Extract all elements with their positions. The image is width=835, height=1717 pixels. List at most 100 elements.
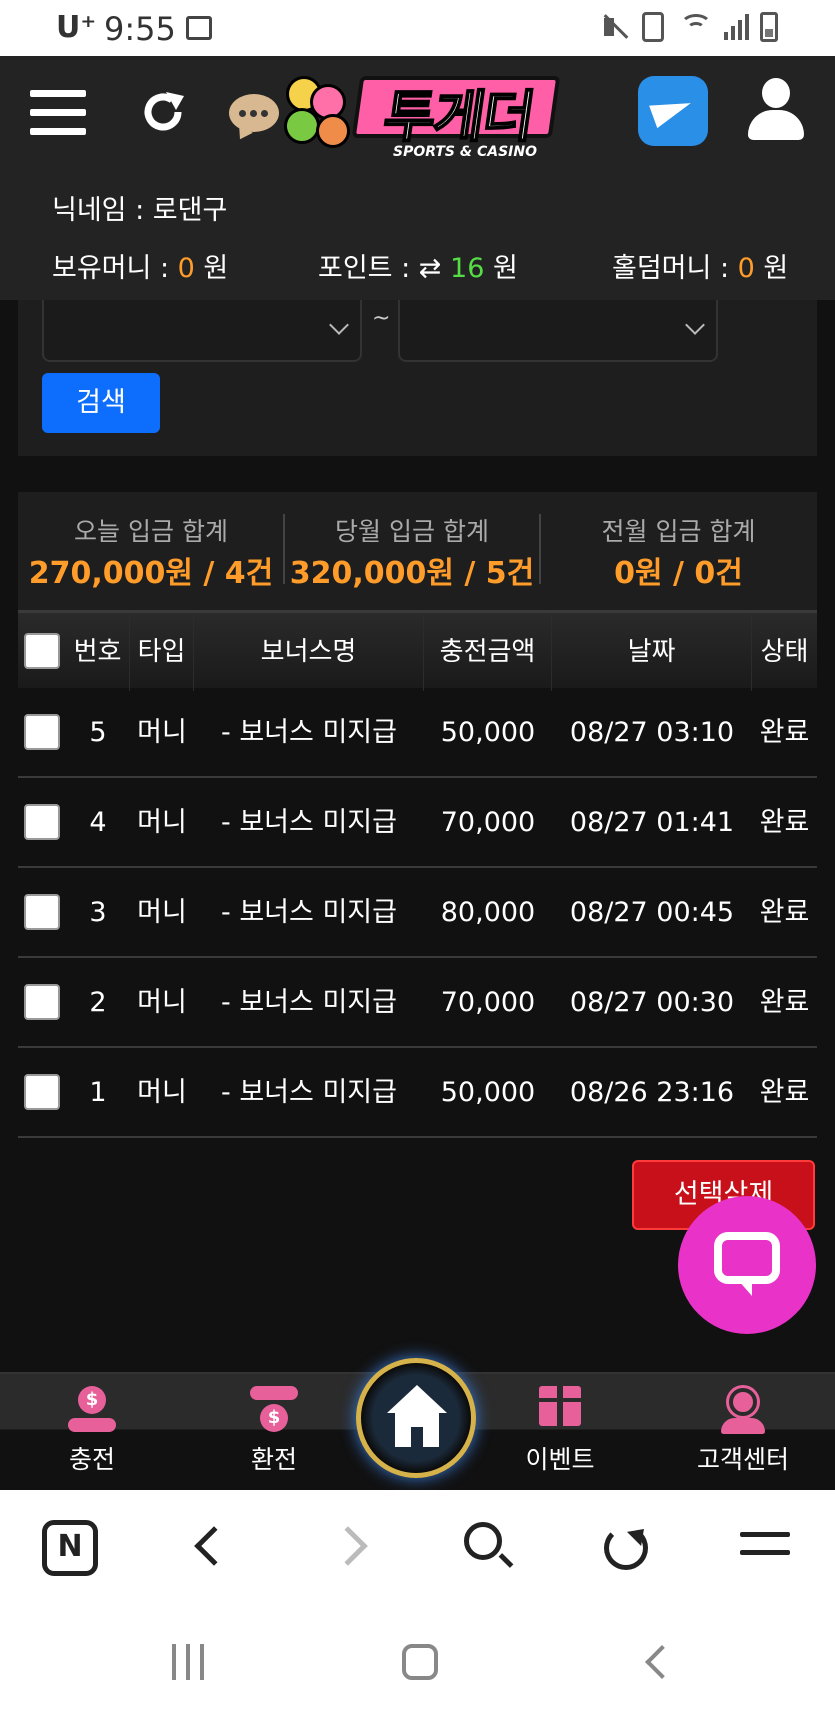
cell-bonus: - 보너스 미지급 <box>221 987 397 1018</box>
select-all-checkbox[interactable] <box>24 633 60 669</box>
points-label: 포인트 : <box>318 253 419 284</box>
row-checkbox[interactable] <box>24 714 60 750</box>
wifi-icon <box>678 12 714 42</box>
column-header-date: 날짜 <box>552 613 752 691</box>
row-checkbox[interactable] <box>24 1074 60 1110</box>
cell-amount: 70,000 <box>440 807 536 838</box>
cell-status: 완료 <box>759 807 810 838</box>
naver-home-icon[interactable]: N <box>42 1520 98 1576</box>
row-checkbox[interactable] <box>24 984 60 1020</box>
holdem-currency: 원 <box>763 253 789 284</box>
cell-status: 완료 <box>759 897 810 928</box>
site-header: 투게더 SPORTS & CASINO 닉네임 : 로댄구 보유머니 : 0 원… <box>0 56 835 300</box>
column-header-type: 타입 <box>130 613 194 691</box>
column-header-amount: 충전금액 <box>424 613 552 691</box>
system-home-icon[interactable] <box>402 1644 438 1680</box>
column-header-bonus: 보너스명 <box>194 613 424 691</box>
balance-label: 보유머니 : <box>52 253 178 284</box>
cell-bonus: - 보너스 미지급 <box>221 717 397 748</box>
system-navigation-bar <box>0 1602 835 1717</box>
telegram-icon[interactable] <box>638 76 708 146</box>
search-icon[interactable] <box>462 1520 518 1576</box>
nav-event[interactable]: 이벤트 <box>508 1374 612 1492</box>
nickname-value: 로댄구 <box>152 195 228 226</box>
column-header-number: 번호 <box>66 613 130 691</box>
row-checkbox[interactable] <box>24 804 60 840</box>
carrier-label: U⁺ <box>56 10 97 45</box>
summary-label: 오늘 입금 합계 <box>74 517 228 546</box>
withdraw-money-icon: $ <box>250 1386 298 1432</box>
home-icon <box>387 1385 447 1413</box>
cell-number: 3 <box>89 897 107 928</box>
status-bar: U⁺ 9:55 <box>0 0 835 56</box>
chat-bubble-icon[interactable] <box>229 94 279 132</box>
nav-label: 이벤트 <box>525 1445 595 1474</box>
holdem-label: 홀덤머니 : <box>612 253 738 284</box>
search-button[interactable]: 검색 <box>42 373 160 433</box>
summary-today: 오늘 입금 합계 270,000원 / 4건 <box>18 492 284 610</box>
signal-icon <box>722 12 752 42</box>
nav-withdraw[interactable]: $ 환전 <box>222 1374 326 1492</box>
back-arrow-icon[interactable] <box>194 1526 234 1566</box>
chevron-down-icon <box>685 315 705 335</box>
row-checkbox[interactable] <box>24 894 60 930</box>
deposit-money-icon: $ <box>68 1386 116 1432</box>
date-range-separator: ~ <box>372 306 391 331</box>
battery-saver-icon <box>642 12 664 42</box>
cell-amount: 50,000 <box>440 1077 536 1108</box>
cell-status: 완료 <box>759 1077 810 1108</box>
refresh-icon[interactable] <box>138 88 188 138</box>
user-profile-icon[interactable] <box>748 78 804 140</box>
table-row: 5 머니 - 보너스 미지급 50,000 08/27 03:10 완료 <box>18 688 817 778</box>
summary-label: 당월 입금 합계 <box>335 517 489 546</box>
summary-value: 0원 / 0건 <box>614 556 743 591</box>
chat-icon <box>714 1232 780 1284</box>
browser-menu-icon[interactable] <box>740 1520 796 1576</box>
points-convert-icon[interactable]: ⇄ <box>419 253 442 284</box>
cell-bonus: - 보너스 미지급 <box>221 897 397 928</box>
image-notification-icon <box>186 16 212 40</box>
table-row: 3 머니 - 보너스 미지급 80,000 08/27 00:45 완료 <box>18 868 817 958</box>
cell-amount: 80,000 <box>440 897 536 928</box>
logo-subtitle: SPORTS & CASINO <box>392 144 537 160</box>
nickname-line: 닉네임 : 로댄구 <box>52 188 227 227</box>
cell-bonus: - 보너스 미지급 <box>221 1077 397 1108</box>
points-info: 포인트 : ⇄ 16 원 <box>318 246 518 285</box>
vibrate-icon <box>600 12 630 42</box>
summary-label: 전월 입금 합계 <box>601 517 756 546</box>
balance-value: 0 <box>177 253 195 284</box>
deposit-summary: 오늘 입금 합계 270,000원 / 4건 당월 입금 합계 320,000원… <box>18 492 817 610</box>
home-button[interactable] <box>356 1358 476 1478</box>
cell-status: 완료 <box>759 717 810 748</box>
start-date-select[interactable] <box>42 300 362 362</box>
live-chat-button[interactable] <box>678 1196 816 1334</box>
logo-title: 투게더 <box>378 84 538 151</box>
cell-type: 머니 <box>137 1077 187 1108</box>
holdem-info: 홀덤머니 : 0 원 <box>612 246 788 285</box>
nav-label: 충전 <box>68 1445 115 1474</box>
hamburger-menu-icon[interactable] <box>30 90 86 136</box>
nav-support[interactable]: 고객센터 <box>688 1374 798 1492</box>
battery-icon <box>760 12 778 42</box>
cell-date: 08/27 00:45 <box>569 897 735 928</box>
column-header-status: 상태 <box>760 637 809 667</box>
cell-bonus: - 보너스 미지급 <box>221 807 397 838</box>
cell-date: 08/26 23:16 <box>569 1077 735 1108</box>
forward-arrow-icon[interactable] <box>328 1526 368 1566</box>
reload-icon[interactable] <box>604 1526 648 1570</box>
recent-apps-icon[interactable] <box>170 1644 206 1680</box>
cell-date: 08/27 00:30 <box>569 987 735 1018</box>
cell-date: 08/27 01:41 <box>569 807 735 838</box>
clock: 9:55 <box>104 10 176 48</box>
nickname-label: 닉네임 : <box>52 195 153 226</box>
end-date-select[interactable] <box>398 300 718 362</box>
summary-last-month: 전월 입금 합계 0원 / 0건 <box>540 492 817 610</box>
site-logo[interactable]: 투게더 SPORTS & CASINO <box>280 66 561 166</box>
cell-number: 4 <box>89 807 107 838</box>
nav-label: 환전 <box>250 1445 297 1474</box>
nav-deposit[interactable]: $ 충전 <box>40 1374 144 1492</box>
balance-info: 보유머니 : 0 원 <box>52 246 228 285</box>
cell-type: 머니 <box>137 987 187 1018</box>
cell-type: 머니 <box>137 717 187 748</box>
system-back-icon[interactable] <box>645 1645 679 1679</box>
